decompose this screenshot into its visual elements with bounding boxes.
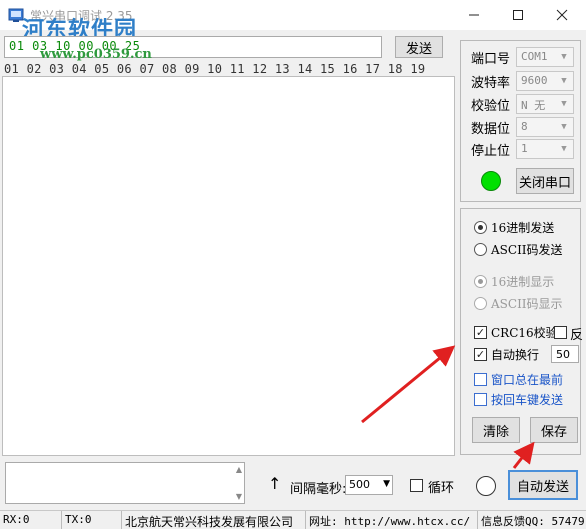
port-row: 端口号 (471, 47, 515, 67)
interval-value: 500 (349, 478, 370, 491)
ascii-display-radio[interactable] (474, 297, 487, 310)
up-arrow-icon: ↑ (268, 474, 282, 493)
parity-label: 校验位 (471, 98, 511, 114)
parity-select[interactable]: N 无 ▼ (516, 94, 574, 114)
always-on-top-label: 窗口总在最前 (491, 373, 564, 387)
maximize-icon (513, 10, 523, 20)
always-on-top-checkbox[interactable] (474, 373, 487, 386)
byte-index-ruler: 01 02 03 04 05 06 07 08 09 10 11 12 13 1… (4, 62, 426, 76)
baud-value: 9600 (521, 74, 548, 87)
chevron-down-icon: ▼ (561, 52, 567, 62)
chevron-down-icon: ▼ (561, 76, 567, 86)
hex-display-label: 16进制显示 (491, 275, 555, 289)
close-port-button[interactable]: 关闭串口 (516, 168, 574, 194)
auto-send-button[interactable]: 自动发送 (508, 470, 578, 500)
stopbits-row: 停止位 (471, 139, 515, 159)
baud-row: 波特率 (471, 71, 515, 91)
stopbits-label: 停止位 (471, 143, 511, 159)
interval-label: 间隔毫秒: (290, 482, 347, 497)
port-value: COM1 (521, 50, 548, 63)
databits-row: 数据位 (471, 117, 515, 137)
close-icon (556, 9, 568, 21)
auto-newline-label: 自动换行 (491, 348, 540, 362)
hex-send-radio[interactable] (474, 221, 487, 234)
watermark-url: www.pc0359.cn (40, 47, 152, 62)
port-settings-panel: 端口号 COM1 ▼ 波特率 9600 ▼ 校验位 N 无 ▼ 数据位 8 ▼ … (460, 40, 581, 202)
reverse-label: 反 (570, 328, 584, 343)
maximize-button[interactable] (496, 0, 540, 30)
chevron-down-icon: ▼ (561, 122, 567, 132)
title-bar: 常兴串口调试 2.35 河东软件园 (0, 0, 586, 43)
ascii-display-label: ASCII码显示 (491, 297, 563, 311)
enter-send-label: 按回车键发送 (491, 393, 564, 407)
receive-area[interactable] (2, 76, 455, 456)
port-status-led (481, 171, 501, 191)
scroll-up-icon[interactable]: ▲ (236, 465, 242, 474)
interval-select[interactable]: 500 ▼ (345, 475, 393, 495)
send-button[interactable]: 发送 (395, 36, 443, 58)
chevron-down-icon: ▼ (383, 479, 390, 489)
rx-counter: RX:0 (0, 511, 62, 529)
options-panel: 16进制发送 ASCII码发送 16进制显示 ASCII码显示 ✓ CRC16校… (460, 208, 584, 455)
hex-send-label: 16进制发送 (491, 221, 555, 235)
enter-send-checkbox[interactable] (474, 393, 487, 406)
ascii-send-radio[interactable] (474, 243, 487, 256)
port-label: 端口号 (471, 51, 511, 67)
port-select[interactable]: COM1 ▼ (516, 47, 574, 67)
close-button[interactable] (540, 0, 584, 30)
reverse-checkbox[interactable] (554, 326, 567, 339)
parity-value: N 无 (521, 99, 546, 112)
save-button[interactable]: 保存 (530, 417, 578, 443)
clear-button[interactable]: 清除 (472, 417, 520, 443)
loop-label: 循环 (428, 481, 455, 496)
baud-label: 波特率 (471, 75, 511, 91)
loop-checkbox[interactable] (410, 479, 423, 492)
crc16-label: CRC16校验 (491, 326, 558, 340)
multiline-send-input[interactable]: ▲ ▼ (5, 462, 245, 504)
parity-row: 校验位 (471, 94, 515, 114)
tx-counter: TX:0 (62, 511, 122, 529)
ascii-send-label: ASCII码发送 (491, 243, 563, 257)
baud-select[interactable]: 9600 ▼ (516, 71, 574, 91)
minimize-icon (469, 14, 479, 16)
minimize-button[interactable] (452, 0, 496, 30)
chevron-down-icon: ▼ (561, 99, 567, 109)
feedback-qq: 信息反馈QQ: 57479 (481, 515, 585, 528)
databits-value: 8 (521, 120, 528, 133)
auto-newline-checkbox[interactable]: ✓ (474, 348, 487, 361)
hex-display-radio[interactable] (474, 275, 487, 288)
website-link[interactable]: 网址: http://www.htcx.cc/ (306, 511, 478, 529)
company-name: 北京航天常兴科技发展有限公司 (122, 511, 306, 529)
databits-select[interactable]: 8 ▼ (516, 117, 574, 137)
send-status-indicator (476, 476, 496, 496)
databits-label: 数据位 (471, 121, 511, 137)
crc16-checkbox[interactable]: ✓ (474, 326, 487, 339)
scroll-down-icon[interactable]: ▼ (236, 492, 242, 501)
stopbits-value: 1 (521, 142, 528, 155)
chevron-down-icon: ▼ (561, 144, 567, 154)
stopbits-select[interactable]: 1 ▼ (516, 139, 574, 159)
auto-newline-width-input[interactable]: 50 (551, 345, 579, 363)
status-bar: RX:0 TX:0 北京航天常兴科技发展有限公司 网址: http://www.… (0, 510, 586, 529)
